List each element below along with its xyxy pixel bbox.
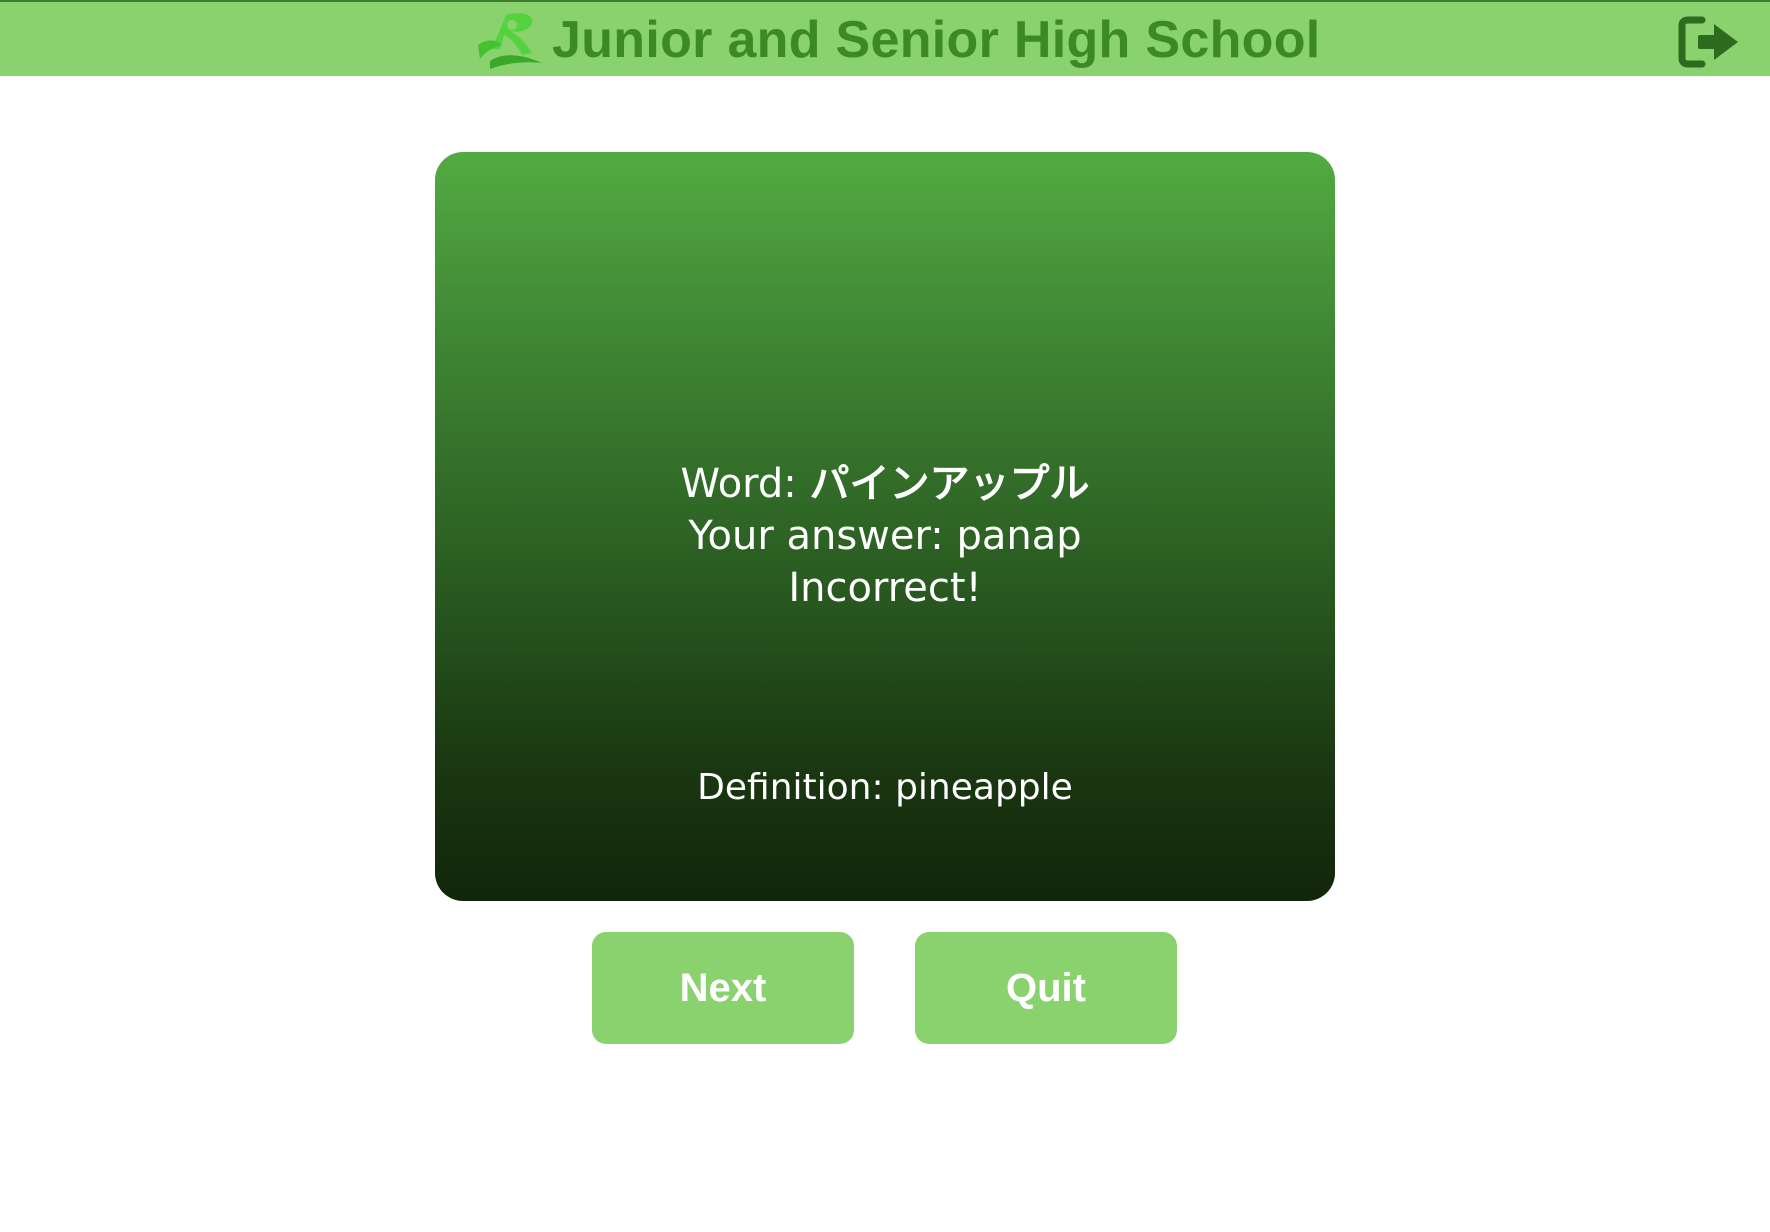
top-header: Junior and Senior High School (0, 0, 1770, 76)
answer-line: Your answer: panap (435, 510, 1335, 562)
word-line: Word: パインアップル (435, 458, 1335, 510)
flashcard: Word: パインアップル Your answer: panap Incorre… (435, 152, 1335, 901)
app-title: Junior and Senior High School (552, 11, 1321, 69)
result-status: Incorrect! (788, 565, 982, 611)
definition-line: Definition: pineapple (435, 764, 1335, 812)
word-value: パインアップル (809, 461, 1090, 507)
next-button[interactable]: Next (592, 932, 854, 1044)
answer-value: panap (956, 513, 1082, 559)
school-logo-icon (478, 13, 542, 69)
definition-label: Definition: (697, 767, 896, 808)
definition-value: pineapple (895, 767, 1073, 808)
logout-icon[interactable] (1676, 14, 1742, 70)
word-label: Word: (680, 461, 810, 507)
brand[interactable]: Junior and Senior High School (476, 6, 1321, 74)
answer-label: Your answer: (688, 513, 957, 559)
result-block: Word: パインアップル Your answer: panap Incorre… (435, 458, 1335, 614)
quit-button[interactable]: Quit (915, 932, 1177, 1044)
